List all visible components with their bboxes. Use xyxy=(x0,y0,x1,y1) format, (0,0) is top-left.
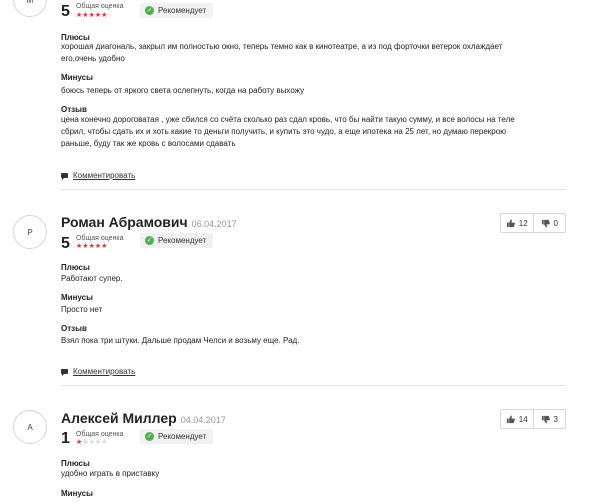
vote-box: 12 0 xyxy=(500,213,566,233)
reviewer-name[interactable]: Алексей Миллер xyxy=(61,410,177,426)
star-filled-icon: ★ xyxy=(101,12,108,19)
score-label: Общая оценка xyxy=(76,3,124,10)
pros-text: удобно играть в приставку xyxy=(61,469,160,478)
cons-text: Просто нет xyxy=(61,305,103,314)
thumbs-down-icon xyxy=(541,415,550,424)
review-text: Взял пока три штуки. Дальше продам Челси… xyxy=(61,336,300,345)
like-button[interactable]: 12 xyxy=(501,214,533,232)
comment-icon xyxy=(61,173,68,180)
pros-text: Работают супер. xyxy=(61,274,123,283)
avatar: Р xyxy=(13,215,47,249)
divider xyxy=(61,385,566,386)
score-label: Общая оценка xyxy=(76,431,124,438)
score-number: 5 xyxy=(61,3,70,20)
check-icon: ✓ xyxy=(145,432,154,441)
reviewer-header: Роман Абрамович 06.04.2017 xyxy=(61,214,237,230)
cons-heading: Минусы xyxy=(61,489,93,498)
recommend-badge: ✓ Рекомендует xyxy=(140,429,214,444)
recommend-badge: ✓ Рекомендует xyxy=(140,233,214,248)
comment-button[interactable]: Комментировать xyxy=(61,171,135,180)
pros-heading: Плюсы xyxy=(61,459,90,468)
review-heading: Отзыв xyxy=(61,105,87,114)
cons-heading: Минусы xyxy=(61,73,93,82)
thumbs-up-icon xyxy=(506,218,515,227)
score-label: Общая оценка xyxy=(76,235,124,242)
rating-stars: ★★★★★ xyxy=(76,12,107,19)
rating-stars: ★★★★★ xyxy=(76,243,107,250)
pros-text: хорошая диагональ, закрыл им полностью о… xyxy=(61,42,503,63)
recommend-label: Рекомендует xyxy=(158,236,207,245)
comment-link-label[interactable]: Комментировать xyxy=(73,367,135,376)
reviewer-header: Алексей Миллер 04.04.2017 xyxy=(61,410,226,426)
divider xyxy=(61,189,566,190)
cons-text: боюсь теперь от яркого света ослепнуть, … xyxy=(61,86,305,95)
dislike-button[interactable]: 3 xyxy=(532,410,566,428)
vote-box: 14 3 xyxy=(500,409,566,429)
score-number: 5 xyxy=(61,235,70,252)
review-date: 06.04.2017 xyxy=(191,219,237,229)
cons-heading: Минусы xyxy=(61,293,93,302)
check-icon: ✓ xyxy=(145,6,154,15)
comment-link-label[interactable]: Комментировать xyxy=(73,171,135,180)
comment-button[interactable]: Комментировать xyxy=(61,367,135,376)
review-text: цена конечно дороговатая , уже сбился со… xyxy=(61,115,515,148)
avatar-letter: Р xyxy=(27,227,33,237)
score-number: 1 xyxy=(61,430,70,447)
comment-icon xyxy=(61,369,68,376)
star-filled-icon: ★ xyxy=(101,243,108,250)
dislike-count: 0 xyxy=(553,218,558,228)
check-icon: ✓ xyxy=(145,236,154,245)
thumbs-up-icon xyxy=(506,414,515,423)
avatar: А xyxy=(13,410,47,444)
review-date: 04.04.2017 xyxy=(180,415,226,425)
recommend-label: Рекомендует xyxy=(158,432,207,441)
like-button[interactable]: 14 xyxy=(501,410,533,428)
recommend-label: Рекомендует xyxy=(158,6,207,15)
star-empty-icon: ★ xyxy=(101,439,108,446)
like-count: 14 xyxy=(518,414,528,424)
dislike-button[interactable]: 0 xyxy=(532,214,566,232)
rating-stars: ★★★★★ xyxy=(76,439,107,446)
avatar-letter: А xyxy=(27,422,33,432)
recommend-badge: ✓ Рекомендует xyxy=(140,3,214,18)
review-heading: Отзыв xyxy=(61,324,87,333)
avatar-letter: М xyxy=(26,0,34,5)
like-count: 12 xyxy=(518,218,528,228)
reviewer-name[interactable]: Роман Абрамович xyxy=(61,214,188,230)
pros-heading: Плюсы xyxy=(61,263,90,272)
dislike-count: 3 xyxy=(553,414,558,424)
avatar: М xyxy=(13,0,47,17)
thumbs-down-icon xyxy=(541,219,550,228)
